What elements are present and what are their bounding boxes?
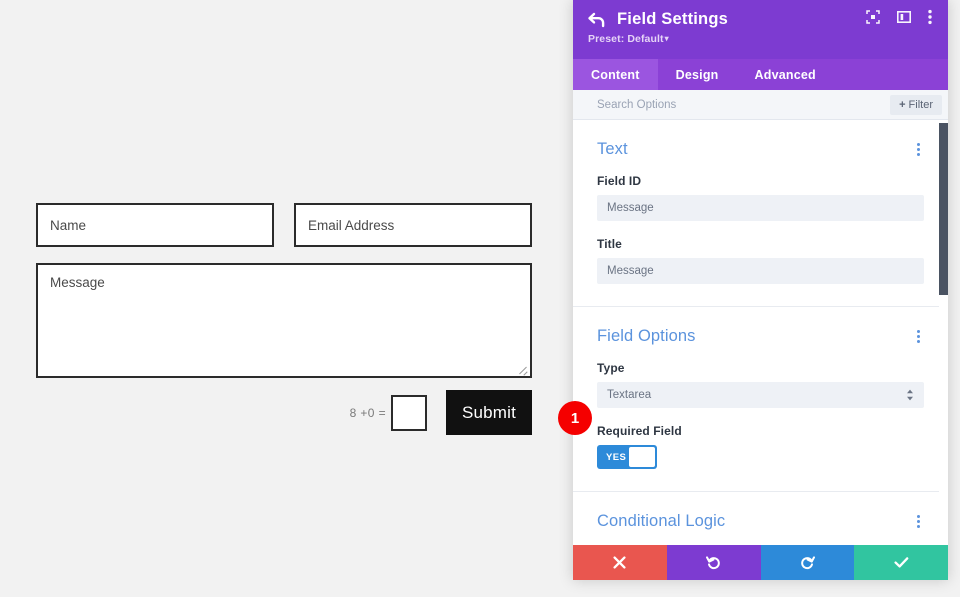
page-preview-canvas: Name Email Address Message 8 +0 = Submit bbox=[0, 0, 573, 597]
required-field-label: Required Field bbox=[597, 424, 682, 438]
plus-icon: + bbox=[899, 98, 906, 111]
redo-icon bbox=[801, 556, 815, 570]
name-input[interactable]: Name bbox=[36, 203, 274, 247]
section-conditional-logic-title[interactable]: Conditional Logic bbox=[597, 512, 725, 531]
title-label: Title bbox=[597, 237, 622, 251]
select-arrows-icon bbox=[906, 389, 914, 401]
message-textarea[interactable]: Message bbox=[36, 263, 532, 378]
close-icon bbox=[613, 556, 626, 569]
tab-advanced[interactable]: Advanced bbox=[737, 59, 834, 90]
type-select-value: Textarea bbox=[607, 389, 652, 401]
resize-grip-icon[interactable] bbox=[517, 363, 528, 374]
more-options-icon[interactable] bbox=[928, 9, 932, 30]
tab-content[interactable]: Content bbox=[573, 59, 658, 90]
panel-header-top: Field Settings bbox=[587, 9, 934, 30]
section-field-options-title[interactable]: Field Options bbox=[597, 327, 696, 346]
redo-button[interactable] bbox=[760, 545, 855, 580]
section-text-head: Text bbox=[597, 140, 924, 160]
field-id-input[interactable]: Message bbox=[597, 195, 924, 221]
search-options-bar: +Filter bbox=[573, 90, 948, 120]
checkmark-icon bbox=[894, 557, 908, 568]
preset-selector[interactable]: Preset: Default▾ bbox=[588, 33, 934, 45]
filter-button[interactable]: + Filter bbox=[890, 94, 942, 115]
cancel-button[interactable] bbox=[573, 545, 667, 580]
section-field-options-menu-icon[interactable] bbox=[913, 328, 924, 347]
email-input[interactable]: Email Address bbox=[294, 203, 532, 247]
panel-scrollbar-track[interactable] bbox=[939, 120, 948, 545]
expand-view-icon[interactable] bbox=[866, 10, 880, 29]
chevron-down-icon: ▾ bbox=[664, 34, 669, 43]
section-text: Text Field ID Message Title Message bbox=[573, 120, 948, 307]
callout-badge-1: 1 bbox=[558, 401, 592, 435]
field-id-label: Field ID bbox=[597, 174, 642, 188]
section-text-menu-icon[interactable] bbox=[913, 141, 924, 160]
undo-icon bbox=[706, 556, 720, 570]
captcha-label: 8 +0 = bbox=[349, 405, 386, 420]
tab-design[interactable]: Design bbox=[658, 59, 737, 90]
section-field-options-head: Field Options bbox=[597, 327, 924, 347]
field-settings-modal: Field Settings Preset: Default▾ Content … bbox=[573, 0, 948, 580]
submit-button[interactable]: Submit bbox=[446, 390, 532, 435]
panel-header: Field Settings Preset: Default▾ bbox=[573, 0, 948, 59]
section-conditional-logic-menu-icon[interactable] bbox=[913, 513, 924, 532]
section-text-title[interactable]: Text bbox=[597, 140, 628, 159]
section-field-options: Field Options Type Textarea Required Fie… bbox=[573, 307, 948, 492]
panel-tab-bar: Content Design Advanced bbox=[573, 59, 948, 90]
title-input[interactable]: Message bbox=[597, 258, 924, 284]
form-row-top: Name Email Address bbox=[36, 203, 532, 247]
undo-button[interactable] bbox=[666, 545, 761, 580]
contact-form: Name Email Address Message 8 +0 = Submit bbox=[36, 203, 532, 435]
captcha-input[interactable] bbox=[391, 394, 427, 431]
panel-action-bar bbox=[573, 545, 948, 580]
filter-button-label: Filter bbox=[908, 98, 933, 111]
section-conditional-logic: Conditional Logic bbox=[573, 492, 948, 545]
panel-scrollbar-thumb[interactable] bbox=[939, 123, 948, 295]
panel-title: Field Settings bbox=[617, 10, 728, 28]
message-textarea-placeholder: Message bbox=[50, 275, 105, 290]
required-field-toggle[interactable]: YES bbox=[597, 445, 657, 469]
panel-layout-icon[interactable] bbox=[897, 10, 911, 29]
search-input[interactable] bbox=[597, 98, 891, 111]
form-submit-row: 8 +0 = Submit bbox=[36, 390, 532, 435]
save-button[interactable] bbox=[854, 545, 948, 580]
preset-label: Preset: Default bbox=[588, 33, 664, 45]
type-label: Type bbox=[597, 361, 625, 375]
type-select[interactable]: Textarea bbox=[597, 382, 924, 408]
toggle-knob bbox=[629, 447, 655, 467]
section-conditional-logic-head: Conditional Logic bbox=[597, 512, 924, 532]
panel-scroll-body[interactable]: Text Field ID Message Title Message Fiel… bbox=[573, 120, 948, 545]
required-field-toggle-label: YES bbox=[606, 451, 627, 463]
back-arrow-icon[interactable] bbox=[587, 11, 607, 29]
panel-header-icons bbox=[866, 9, 932, 30]
